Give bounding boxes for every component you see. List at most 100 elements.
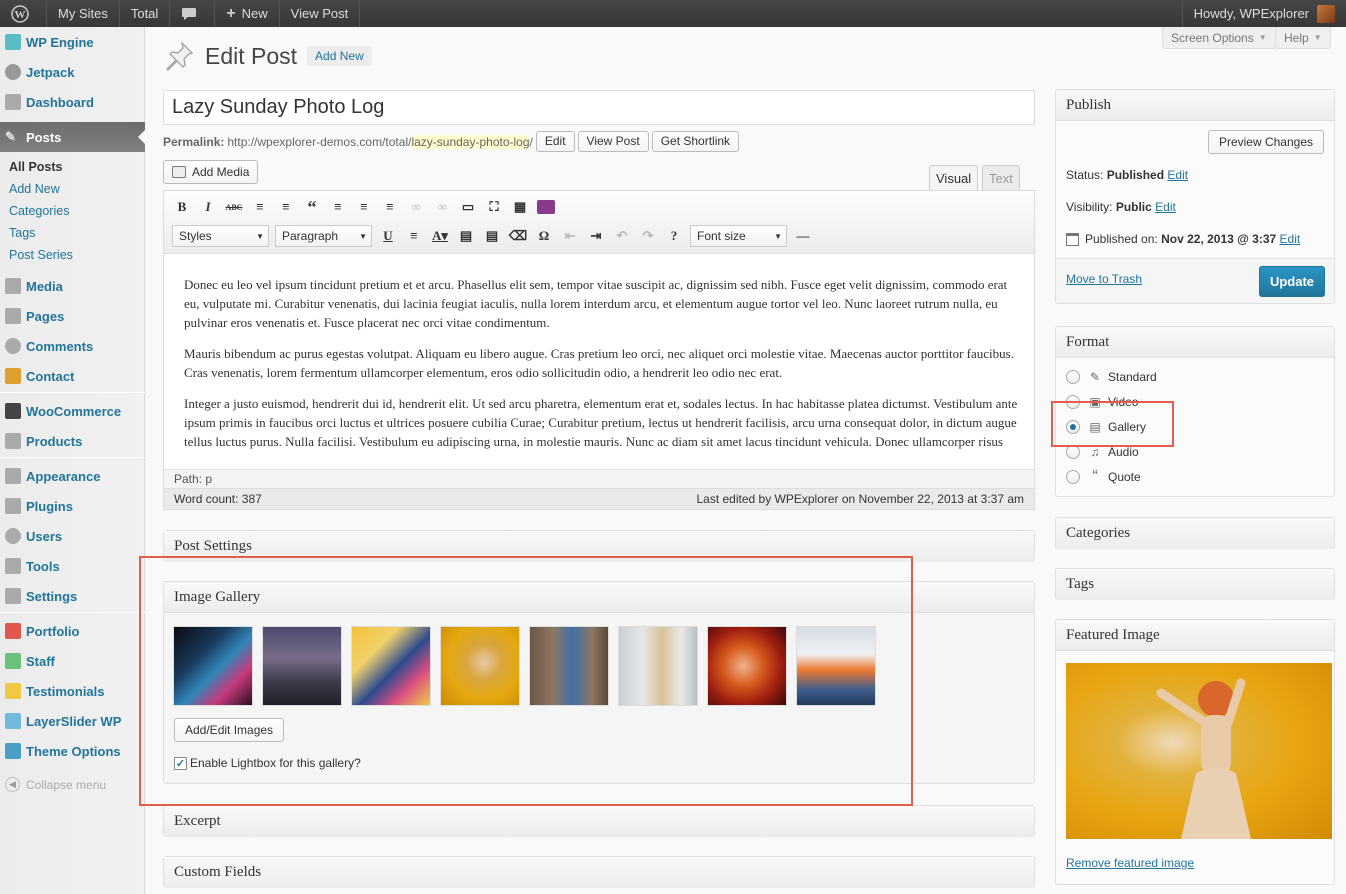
unlink-icon[interactable]: ∞ xyxy=(432,197,452,217)
menu-products[interactable]: Products xyxy=(0,426,145,456)
screen-options-button[interactable]: Screen Options ▼ xyxy=(1162,27,1276,49)
editor-content[interactable]: Donec eu leo vel ipsum tincidunt pretium… xyxy=(184,275,1024,453)
format-title[interactable]: Format xyxy=(1056,327,1334,358)
horizontal-rule-icon[interactable]: — xyxy=(793,226,813,246)
read-more-icon[interactable]: ▭ xyxy=(458,197,478,217)
get-shortlink-button[interactable]: Get Shortlink xyxy=(651,131,740,152)
text-color-icon[interactable]: A▾ xyxy=(430,226,450,246)
format-radio[interactable] xyxy=(1066,470,1080,484)
move-to-trash-link[interactable]: Move to Trash xyxy=(1066,272,1142,286)
view-post-link[interactable]: View Post xyxy=(280,0,361,27)
clear-formatting-icon[interactable]: ⌫ xyxy=(508,226,528,246)
custom-fields-box[interactable]: Custom Fields xyxy=(163,856,1035,888)
menu-contact[interactable]: Contact xyxy=(0,361,145,391)
styles-select[interactable]: Styles ▼ xyxy=(172,225,269,247)
permalink-slug[interactable]: lazy-sunday-photo-log xyxy=(411,134,530,149)
paste-text-icon[interactable]: ▤ xyxy=(456,226,476,246)
menu-comments[interactable]: Comments xyxy=(0,331,145,361)
menu-layerslider[interactable]: LayerSlider WP xyxy=(0,706,145,736)
my-sites-label: My Sites xyxy=(58,6,108,21)
bullet-list-icon[interactable]: ≡ xyxy=(250,197,270,217)
submenu-tags[interactable]: Tags xyxy=(9,226,35,240)
paste-word-icon[interactable]: ▤ xyxy=(482,226,502,246)
menu-testimonials[interactable]: Testimonials xyxy=(0,676,145,706)
align-right-icon[interactable]: ≡ xyxy=(380,197,400,217)
menu-wp-engine[interactable]: WP Engine xyxy=(0,27,145,57)
menu-woocommerce[interactable]: WooCommerce xyxy=(0,396,145,426)
featured-image-title[interactable]: Featured Image xyxy=(1056,620,1334,651)
menu-posts[interactable]: ✎ Posts xyxy=(0,122,146,152)
edit-visibility-link[interactable]: Edit xyxy=(1155,200,1176,214)
categories-box[interactable]: Categories xyxy=(1055,517,1335,549)
submenu-all-posts[interactable]: All Posts xyxy=(9,160,63,174)
account-menu[interactable]: Howdy, WPExplorer xyxy=(1181,0,1346,27)
submenu-add-new[interactable]: Add New xyxy=(9,182,60,196)
tab-visual[interactable]: Visual xyxy=(929,165,979,191)
preview-changes-button[interactable]: Preview Changes xyxy=(1207,130,1324,154)
edit-permalink-button[interactable]: Edit xyxy=(535,131,575,152)
update-button[interactable]: Update xyxy=(1259,266,1325,297)
help-icon[interactable]: ? xyxy=(664,226,684,246)
menu-appearance[interactable]: Appearance xyxy=(0,461,145,491)
undo-icon[interactable]: ↶ xyxy=(612,226,632,246)
redo-icon[interactable]: ↷ xyxy=(638,226,658,246)
view-post-button[interactable]: View Post xyxy=(577,131,649,152)
edit-date-link[interactable]: Edit xyxy=(1280,232,1301,246)
menu-pages[interactable]: Pages xyxy=(0,301,145,331)
collapse-menu-button[interactable]: ◀ Collapse menu xyxy=(5,777,106,792)
site-name-link[interactable]: Total xyxy=(120,0,171,27)
menu-label: Dashboard xyxy=(26,94,94,110)
edit-status-link[interactable]: Edit xyxy=(1167,168,1188,182)
menu-jetpack[interactable]: Jetpack xyxy=(0,57,145,87)
format-option-standard[interactable]: ✎ Standard xyxy=(1066,369,1157,385)
my-sites-link[interactable]: My Sites xyxy=(47,0,120,27)
menu-settings[interactable]: Settings xyxy=(0,581,145,611)
menu-tools[interactable]: Tools xyxy=(0,551,145,581)
menu-dashboard[interactable]: Dashboard xyxy=(0,87,145,117)
menu-staff[interactable]: Staff xyxy=(0,646,145,676)
menu-theme-options[interactable]: Theme Options xyxy=(0,736,145,766)
paragraph-select[interactable]: Paragraph ▼ xyxy=(275,225,372,247)
add-new-button[interactable]: Add New xyxy=(307,46,372,66)
remove-featured-image-link[interactable]: Remove featured image xyxy=(1066,856,1194,870)
submenu-categories[interactable]: Categories xyxy=(9,204,69,218)
tab-text[interactable]: Text xyxy=(982,165,1020,191)
format-option-quote[interactable]: “ Quote xyxy=(1066,468,1141,485)
excerpt-box[interactable]: Excerpt xyxy=(163,805,1035,837)
blockquote-icon[interactable]: “ xyxy=(302,197,322,217)
underline-icon[interactable]: U xyxy=(378,226,398,246)
align-center-icon[interactable]: ≡ xyxy=(354,197,374,217)
menu-users[interactable]: Users xyxy=(0,521,145,551)
italic-icon[interactable]: I xyxy=(198,197,218,217)
indent-icon[interactable]: ⇥ xyxy=(586,226,606,246)
woocommerce-shortcode-icon[interactable] xyxy=(536,197,556,217)
fullscreen-icon[interactable]: ⛶ xyxy=(484,197,504,217)
menu-label: Media xyxy=(26,278,63,294)
strikethrough-icon[interactable]: ABC xyxy=(224,197,244,217)
permalink-end: / xyxy=(529,134,533,149)
help-button[interactable]: Help ▼ xyxy=(1275,27,1331,49)
add-media-button[interactable]: Add Media xyxy=(163,160,259,184)
post-title-input[interactable]: Lazy Sunday Photo Log xyxy=(163,90,1035,125)
menu-portfolio[interactable]: Portfolio xyxy=(0,616,145,646)
menu-plugins[interactable]: Plugins xyxy=(0,491,145,521)
featured-image[interactable] xyxy=(1066,663,1332,839)
tags-box[interactable]: Tags xyxy=(1055,568,1335,600)
submenu-post-series[interactable]: Post Series xyxy=(9,248,73,262)
new-content-link[interactable]: + New xyxy=(215,0,280,27)
justify-icon[interactable]: ≡ xyxy=(404,226,424,246)
bold-icon[interactable]: B xyxy=(172,197,192,217)
toolbar-toggle-icon[interactable]: ▦ xyxy=(510,197,530,217)
outdent-icon[interactable]: ⇤ xyxy=(560,226,580,246)
insert-link-icon[interactable]: ∞ xyxy=(406,197,426,217)
align-left-icon[interactable]: ≡ xyxy=(328,197,348,217)
format-radio[interactable] xyxy=(1066,445,1080,459)
comments-bubble-icon[interactable] xyxy=(170,0,216,27)
publish-title[interactable]: Publish xyxy=(1056,90,1334,121)
format-radio[interactable] xyxy=(1066,370,1080,384)
numbered-list-icon[interactable]: ≡ xyxy=(276,197,296,217)
font-size-select[interactable]: Font size ▼ xyxy=(690,225,787,247)
wordpress-logo-icon[interactable]: W xyxy=(0,0,47,27)
menu-media[interactable]: Media xyxy=(0,271,145,301)
special-character-icon[interactable]: Ω xyxy=(534,226,554,246)
